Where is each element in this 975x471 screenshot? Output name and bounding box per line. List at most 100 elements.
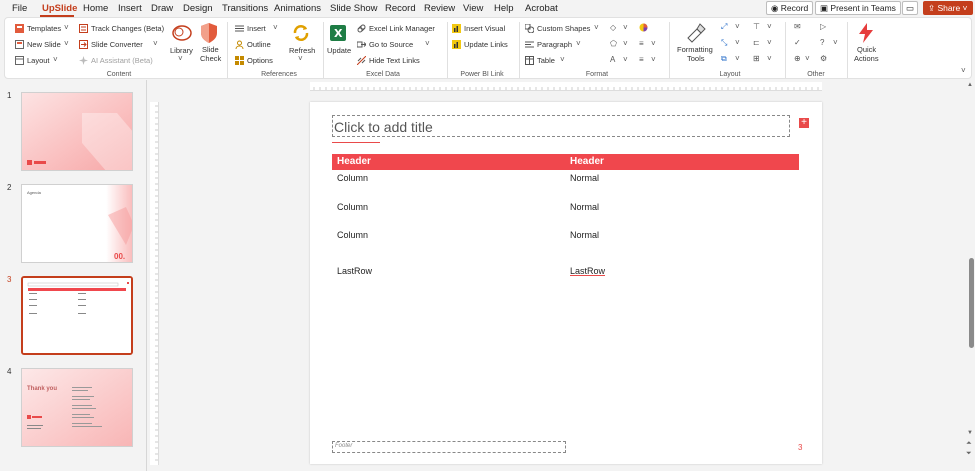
- align-icon[interactable]: ≡: [639, 39, 644, 48]
- options-button[interactable]: Options: [247, 56, 273, 65]
- quick-actions-label-1[interactable]: Quick: [857, 45, 876, 54]
- chevron-down-icon: ˅: [767, 54, 772, 63]
- separator: [847, 22, 848, 78]
- magic-wand-icon[interactable]: ⤢: [721, 22, 727, 32]
- slide-thumbnail-3[interactable]: [21, 276, 133, 355]
- table-cell[interactable]: Column: [337, 202, 368, 212]
- align-objects-icon[interactable]: ⊤: [753, 22, 760, 31]
- ai-assistant-icon: [79, 56, 88, 65]
- outline-button[interactable]: Outline: [247, 40, 271, 49]
- update-links-button[interactable]: Update Links: [464, 40, 508, 49]
- paragraph-button[interactable]: Paragraph: [537, 40, 572, 49]
- excel-update-button[interactable]: Update: [327, 46, 351, 55]
- formatting-tools-label-1[interactable]: Formatting: [677, 45, 713, 54]
- separator: [785, 22, 786, 78]
- thumbnail-graphic: [22, 93, 132, 170]
- menu-acrobat[interactable]: Acrobat: [525, 3, 558, 14]
- indent-icon[interactable]: ≡: [639, 55, 644, 64]
- thumbnail-graphic: [22, 369, 132, 446]
- new-slide-button[interactable]: New Slide: [27, 40, 61, 49]
- resize-icon[interactable]: ⤡: [721, 38, 727, 48]
- add-element-button[interactable]: +: [799, 118, 809, 128]
- insert-visual-button[interactable]: Insert Visual: [464, 24, 505, 33]
- excel-link-manager-button[interactable]: Excel Link Manager: [369, 24, 435, 33]
- title-placeholder[interactable]: Click to add title: [332, 115, 790, 137]
- globe-icon[interactable]: ⊕: [794, 54, 801, 63]
- slide-thumbnail-2[interactable]: Agenda 00.: [21, 184, 133, 263]
- hide-text-links-button[interactable]: Hide Text Links: [369, 56, 420, 65]
- insert-button[interactable]: Insert: [247, 24, 266, 33]
- fill-icon[interactable]: ◇: [610, 23, 616, 32]
- arrange-icon[interactable]: ⧉: [721, 54, 727, 64]
- quick-actions-label-2[interactable]: Actions: [854, 54, 879, 63]
- share-button[interactable]: ⇪ Share ˅: [923, 1, 973, 15]
- lightning-icon: [859, 23, 873, 43]
- go-to-source-button[interactable]: Go to Source: [369, 40, 413, 49]
- vertical-scrollbar[interactable]: ▲ ▼ ⏶ ⏷: [965, 80, 975, 471]
- layout-button[interactable]: Layout: [27, 56, 50, 65]
- present-in-teams-button[interactable]: ▣ Present in Teams: [815, 1, 901, 15]
- record-button[interactable]: ◉ Record: [766, 1, 814, 15]
- menu-upslide[interactable]: UpSlide: [42, 3, 77, 14]
- size-icon[interactable]: ⊞: [753, 54, 760, 63]
- help-icon[interactable]: ?: [820, 38, 824, 47]
- menu-home[interactable]: Home: [83, 3, 108, 14]
- insert-icon: [235, 25, 244, 32]
- new-slide-icon: [15, 40, 24, 49]
- menu-animations[interactable]: Animations: [274, 3, 321, 14]
- footer-placeholder[interactable]: Footer: [332, 441, 566, 453]
- comments-button[interactable]: ▭: [902, 1, 918, 15]
- checkmark-icon[interactable]: ✓: [794, 38, 801, 47]
- email-icon[interactable]: ✉: [794, 22, 801, 31]
- color-palette-icon[interactable]: [639, 23, 648, 32]
- table-cell[interactable]: Column: [337, 173, 368, 183]
- slide-converter-button[interactable]: Slide Converter: [91, 40, 143, 49]
- pane-divider[interactable]: [146, 80, 147, 471]
- play-icon[interactable]: ▷: [820, 22, 826, 31]
- table-cell[interactable]: LastRow: [337, 266, 372, 276]
- scroll-down-icon[interactable]: ▼: [967, 430, 973, 436]
- slide-number: 1: [7, 91, 12, 100]
- track-changes-button[interactable]: Track Changes (Beta): [91, 24, 164, 33]
- slide-number: 3: [7, 275, 12, 284]
- menu-slideshow[interactable]: Slide Show: [330, 3, 378, 14]
- previous-slide-icon[interactable]: ⏶: [966, 440, 972, 448]
- font-color-icon[interactable]: A: [610, 55, 615, 64]
- next-slide-icon[interactable]: ⏷: [966, 450, 972, 458]
- settings-icon[interactable]: ⚙: [820, 54, 827, 63]
- ai-assistant-button[interactable]: AI Assistant (Beta): [91, 56, 153, 65]
- horizontal-ruler: [310, 82, 822, 91]
- menu-transitions[interactable]: Transitions: [222, 3, 268, 14]
- table-header-cell[interactable]: Header: [565, 154, 799, 170]
- menu-design[interactable]: Design: [183, 3, 213, 14]
- table-button[interactable]: Table: [537, 56, 555, 65]
- formatting-tools-label-2[interactable]: Tools: [687, 54, 705, 63]
- slide-thumbnail-1[interactable]: [21, 92, 133, 171]
- line-color-icon[interactable]: ⬠: [610, 39, 617, 48]
- collapse-ribbon-icon[interactable]: ˅: [961, 66, 966, 75]
- menu-draw[interactable]: Draw: [151, 3, 173, 14]
- scroll-up-icon[interactable]: ▲: [967, 82, 973, 88]
- table-cell[interactable]: Normal: [570, 173, 599, 183]
- menu-help[interactable]: Help: [494, 3, 514, 14]
- scrollbar-thumb[interactable]: [969, 258, 974, 348]
- distribute-icon[interactable]: ⊏: [753, 38, 760, 47]
- custom-shapes-button[interactable]: Custom Shapes: [537, 24, 590, 33]
- slide-canvas: Click to add title + Header Header Colum…: [310, 102, 822, 464]
- menu-record[interactable]: Record: [385, 3, 416, 14]
- slide-check-label-2[interactable]: Check: [200, 54, 221, 63]
- templates-button[interactable]: Templates: [27, 24, 61, 33]
- table-cell[interactable]: Column: [337, 230, 368, 240]
- slide-thumbnail-4[interactable]: Thank you: [21, 368, 133, 447]
- menu-review[interactable]: Review: [424, 3, 455, 14]
- menu-view[interactable]: View: [463, 3, 483, 14]
- menu-file[interactable]: File: [12, 3, 27, 14]
- other-group-label: Other: [807, 71, 825, 78]
- table-cell[interactable]: Normal: [570, 230, 599, 240]
- table-cell[interactable]: LastRow: [570, 266, 605, 276]
- templates-icon: [15, 24, 24, 33]
- table-cell[interactable]: Normal: [570, 202, 599, 212]
- table-header-cell[interactable]: Header: [332, 154, 566, 170]
- slide-check-label-1[interactable]: Slide: [202, 45, 219, 54]
- menu-insert[interactable]: Insert: [118, 3, 142, 14]
